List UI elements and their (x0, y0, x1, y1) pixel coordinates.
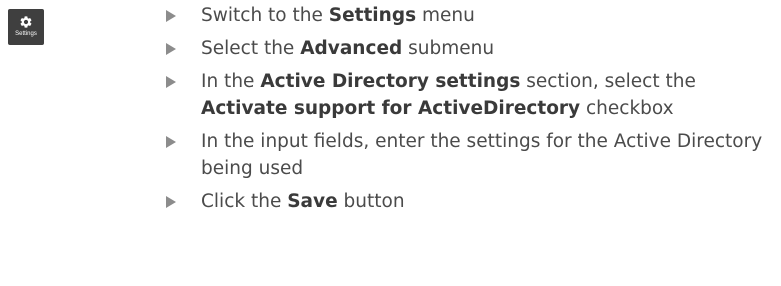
step-emphasis: Active Directory settings (260, 71, 521, 92)
settings-button[interactable]: Settings (8, 9, 44, 45)
gear-icon (20, 16, 32, 28)
step-item: Switch to the Settings menu (166, 2, 778, 29)
step-text: checkbox (580, 98, 674, 119)
step-text: menu (416, 5, 475, 26)
step-arrow-icon (166, 76, 176, 88)
step-text: Click the (201, 191, 288, 212)
step-text: section, select the (520, 71, 696, 92)
step-item: Select the Advanced submenu (166, 35, 778, 62)
step-text: button (337, 191, 405, 212)
step-item: In the Active Directory settings section… (166, 68, 778, 122)
step-emphasis: Settings (328, 5, 417, 26)
step-text: In the input fields, enter the settings … (201, 131, 763, 179)
step-arrow-icon (166, 10, 176, 22)
step-text: In the (201, 71, 261, 92)
settings-icon-label: Settings (15, 31, 37, 37)
step-text: Select the (201, 38, 301, 59)
instruction-steps: Switch to the Settings menu Select the A… (166, 2, 778, 221)
step-emphasis: Activate support for ActiveDirectory (201, 98, 581, 119)
step-arrow-icon (166, 136, 176, 148)
step-emphasis: Advanced (300, 38, 403, 59)
step-text: Switch to the (201, 5, 329, 26)
step-item: In the input fields, enter the settings … (166, 128, 778, 182)
step-arrow-icon (166, 196, 176, 208)
step-emphasis: Save (287, 191, 338, 212)
step-text: submenu (402, 38, 495, 59)
step-arrow-icon (166, 43, 176, 55)
step-item: Click the Save button (166, 188, 778, 215)
